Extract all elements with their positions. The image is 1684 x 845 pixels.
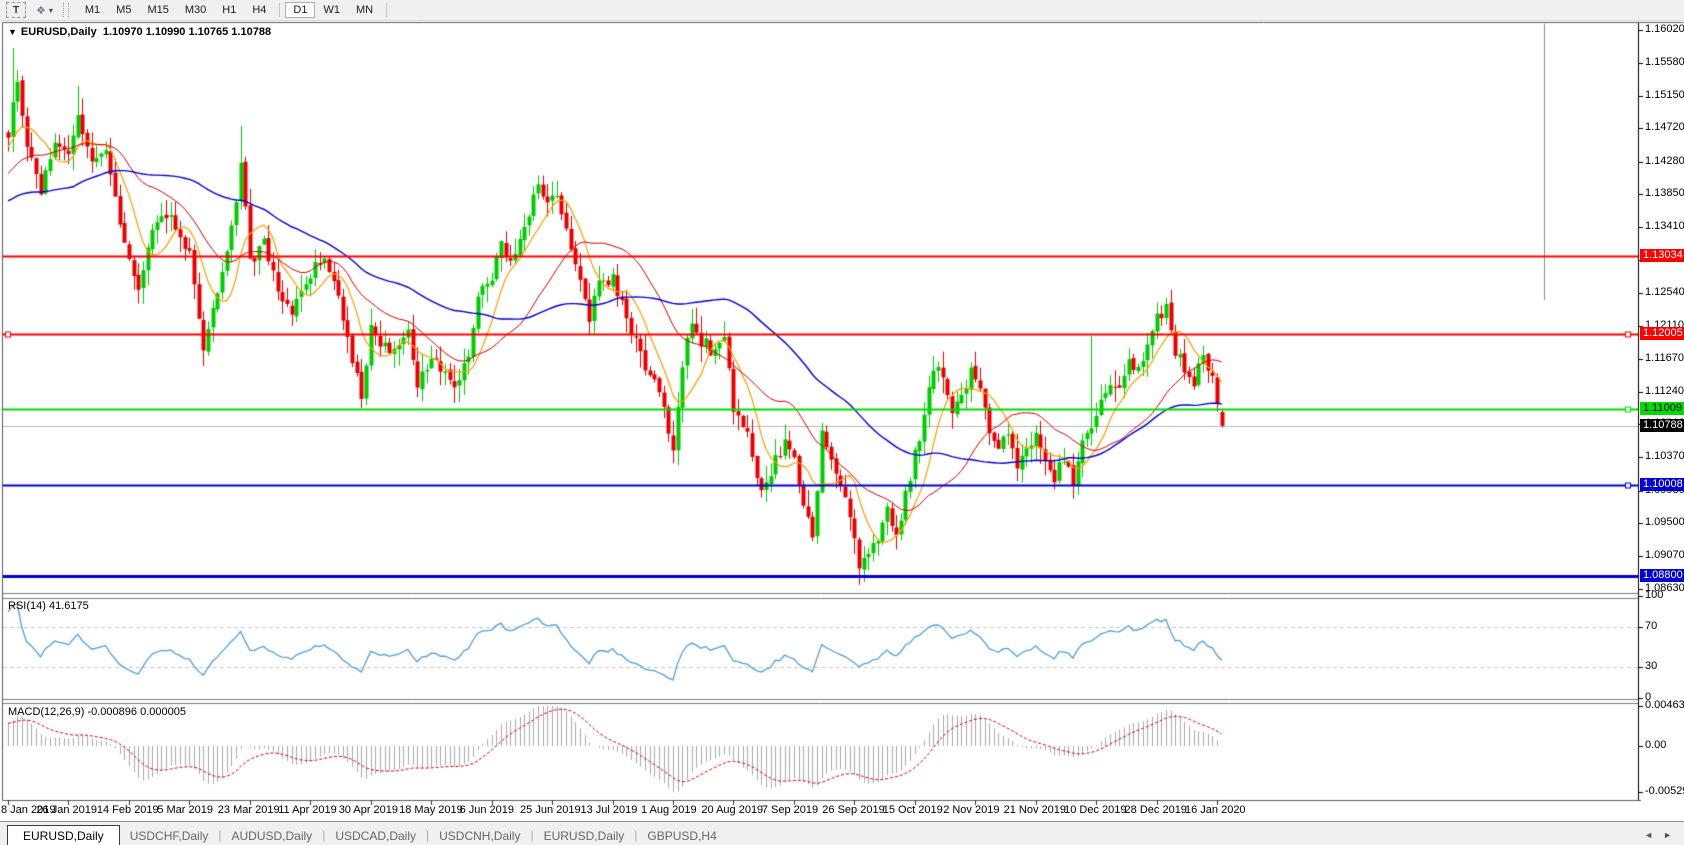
- toolbar-separator: [386, 3, 387, 17]
- rsi-axis-tick: 30: [1645, 660, 1657, 672]
- date-axis-label: 15 Oct 2019: [883, 804, 943, 816]
- date-axis-label: 6 Jun 2019: [460, 804, 514, 816]
- toolbar-grip[interactable]: [63, 3, 69, 17]
- price-axis-tick: 1.14720: [1645, 121, 1684, 133]
- chart-title: ▼ EURUSD,Daily 1.10970 1.10990 1.10765 1.…: [8, 26, 271, 38]
- date-axis-label: 7 Sep 2019: [762, 804, 818, 816]
- price-axis-tick: 1.09500: [1645, 516, 1684, 528]
- date-axis-label: 28 Dec 2019: [1125, 804, 1187, 816]
- price-line-label[interactable]: 1.10008: [1640, 478, 1684, 491]
- price-line-label[interactable]: 1.11009: [1640, 402, 1684, 415]
- price-axis-tick: 1.13410: [1645, 220, 1684, 232]
- price-axis-tick: 1.12540: [1645, 286, 1684, 298]
- tab-usdchf-daily[interactable]: USDCHF,Daily: [120, 825, 219, 845]
- tab-usdcad-daily[interactable]: USDCAD,Daily: [325, 825, 426, 845]
- timeframe-button-mn[interactable]: MN: [348, 2, 381, 18]
- date-axis-label: 26 Sep 2019: [822, 804, 884, 816]
- style-tool-button[interactable]: ❖ ▾: [36, 4, 53, 17]
- timeframe-button-h1[interactable]: H1: [214, 2, 244, 18]
- rsi-axis-tick: 70: [1645, 620, 1657, 632]
- price-axis-tick: 1.15150: [1645, 89, 1684, 101]
- tabs-holder: EURUSD,DailyUSDCHF,Daily|AUDUSD,Daily|US…: [0, 825, 727, 845]
- price-axis-tick: 1.14280: [1645, 155, 1684, 167]
- tab-audusd-daily[interactable]: AUDUSD,Daily: [222, 825, 323, 845]
- chart-canvas[interactable]: [0, 0, 1684, 845]
- date-axis-label: 21 Nov 2019: [1004, 804, 1066, 816]
- date-axis-label: 13 Jul 2019: [581, 804, 638, 816]
- timeframe-button-h4[interactable]: H4: [244, 2, 274, 18]
- timeframe-group: M1M5M15M30H1H4 D1W1MN: [77, 2, 392, 18]
- date-axis-label: 1 Aug 2019: [641, 804, 697, 816]
- chart-symbol: EURUSD,Daily: [21, 26, 97, 38]
- date-axis-label: 10 Dec 2019: [1064, 804, 1126, 816]
- date-axis-label: 5 Mar 2019: [157, 804, 213, 816]
- date-axis-label: 25 Jun 2019: [520, 804, 581, 816]
- timeframe-button-m5[interactable]: M5: [108, 2, 139, 18]
- date-axis-label: 20 Aug 2019: [701, 804, 763, 816]
- date-axis-label: 23 Mar 2019: [218, 804, 280, 816]
- text-tool-label: T: [13, 5, 19, 16]
- macd-axis-tick: 0.00: [1645, 739, 1666, 751]
- tab-scroll-right-icon[interactable]: ►: [1663, 830, 1672, 840]
- chevron-down-icon: ▾: [49, 6, 53, 15]
- toolbar-separator: [279, 3, 280, 17]
- date-axis-label: 16 Jan 2020: [1185, 804, 1246, 816]
- timeframe-button-m1[interactable]: M1: [77, 2, 108, 18]
- rsi-label: RSI(14) 41.6175: [8, 600, 89, 612]
- tab-gbpusd-h4[interactable]: GBPUSD,H4: [637, 825, 726, 845]
- chart-tab-bar: EURUSD,DailyUSDCHF,Daily|AUDUSD,Daily|US…: [0, 821, 1684, 845]
- tab-eurusd-daily[interactable]: EURUSD,Daily: [534, 825, 635, 845]
- price-line-label[interactable]: 1.13034: [1640, 249, 1684, 262]
- tab-scroll-left-icon[interactable]: ◄: [1644, 830, 1653, 840]
- price-axis-tick: 1.15580: [1645, 56, 1684, 68]
- price-line-label[interactable]: 1.12005: [1640, 327, 1684, 340]
- tab-scroll-arrows: ◄ ►: [1644, 830, 1684, 845]
- tab-eurusd-daily[interactable]: EURUSD,Daily: [7, 825, 120, 845]
- tab-usdcnh-daily[interactable]: USDCNH,Daily: [429, 825, 530, 845]
- chart-ohlc: 1.10970 1.10990 1.10765 1.10788: [103, 26, 271, 38]
- timeframe-button-d1[interactable]: D1: [285, 2, 315, 18]
- price-axis-tick: 1.09070: [1645, 549, 1684, 561]
- price-line-label[interactable]: 1.08800: [1640, 569, 1684, 582]
- price-axis-tick: 1.10370: [1645, 450, 1684, 462]
- date-axis-label: 11 Apr 2019: [278, 804, 337, 816]
- collapse-icon[interactable]: ▼: [8, 27, 17, 37]
- date-axis-label: 30 Apr 2019: [339, 804, 398, 816]
- price-axis-tick: 1.11670: [1645, 352, 1684, 364]
- price-axis-tick: 1.16020: [1645, 23, 1684, 35]
- macd-axis-tick: 0.00463: [1645, 699, 1684, 711]
- date-axis-label: 26 Jan 2019: [36, 804, 97, 816]
- text-tool-button[interactable]: T: [6, 2, 26, 18]
- style-icon: ❖: [36, 4, 46, 17]
- mt4-window: T ❖ ▾ M1M5M15M30H1H4 D1W1MN ▼ EURUSD,Daily…: [0, 0, 1684, 845]
- price-axis-tick: 1.11240: [1645, 385, 1684, 397]
- price-axis-tick: 1.13850: [1645, 187, 1684, 199]
- macd-axis-tick: -0.005299: [1645, 785, 1684, 797]
- date-axis-label: 18 May 2019: [399, 804, 463, 816]
- current-price-label: 1.10788: [1640, 419, 1684, 432]
- rsi-axis-tick: 100: [1645, 589, 1663, 601]
- timeframe-button-w1[interactable]: W1: [315, 2, 348, 18]
- top-toolbar: T ❖ ▾ M1M5M15M30H1H4 D1W1MN: [0, 0, 1684, 21]
- date-axis-label: 2 Nov 2019: [943, 804, 999, 816]
- timeframe-button-m30[interactable]: M30: [177, 2, 214, 18]
- date-axis-label: 14 Feb 2019: [97, 804, 159, 816]
- macd-label: MACD(12,26,9) -0.000896 0.000005: [8, 706, 186, 718]
- timeframe-button-m15[interactable]: M15: [139, 2, 176, 18]
